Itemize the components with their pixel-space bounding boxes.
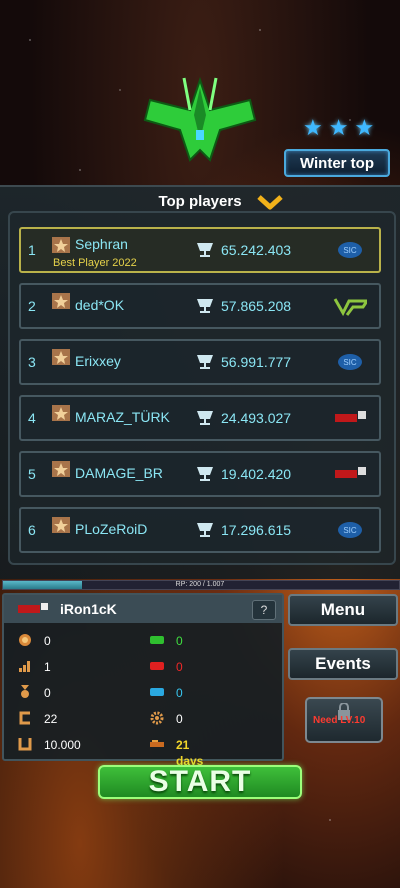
- stat-value: 0: [44, 686, 51, 700]
- player-name: PLoZeRoiD: [75, 521, 148, 537]
- clan-emblem-icon: [335, 467, 366, 478]
- leaderboard-row[interactable]: 5 DAMAGE_BR 19.402.420: [19, 451, 381, 497]
- player-score: 65.242.403: [221, 242, 292, 258]
- player-name: DAMAGE_BR: [75, 465, 163, 481]
- leaderboard-row[interactable]: 1 Sephran Best Player 2022 65.242.403 SI…: [19, 227, 381, 273]
- profile-panel: iRon1cK ? 0 1 0 22 10.000 0 0 0 0 21 day…: [2, 593, 284, 768]
- rank-medal-icon: [52, 237, 70, 253]
- stat-value: 1: [44, 660, 51, 674]
- leaderboard-row[interactable]: 3 Erixxey 56.991.777 SIC: [19, 339, 381, 385]
- trophy-icon: [197, 243, 213, 257]
- player-score: 57.865.208: [221, 298, 292, 314]
- player-score: 19.402.420: [221, 466, 292, 482]
- stat-value: 0: [176, 686, 183, 700]
- trophy-icon: [197, 467, 213, 481]
- rank-medal-icon: [52, 349, 70, 365]
- clan-emblem-icon: SIC: [338, 354, 362, 370]
- star-icon: ★: [328, 115, 349, 140]
- player-name: iRon1cK: [60, 601, 117, 617]
- star-icon: ★: [303, 115, 323, 140]
- svg-text:SIC: SIC: [343, 526, 357, 535]
- season-stars: ★ ★ ★: [303, 115, 375, 140]
- rank-medal-icon: [52, 293, 70, 309]
- trophy-icon: [197, 523, 213, 537]
- leaderboard-row[interactable]: 2 ded*OK 57.865.208: [19, 283, 381, 329]
- player-score: 24.493.027: [221, 410, 292, 426]
- rp-progress-text: RP: 200 / 1.007: [175, 581, 225, 588]
- player-score: 17.296.615: [221, 522, 292, 538]
- stat-value: 0: [44, 634, 51, 648]
- clan-emblem-icon: SIC: [338, 522, 362, 538]
- winter-top-button[interactable]: Winter top: [284, 149, 390, 177]
- rank-bars-icon: [19, 661, 30, 672]
- player-rank: 2: [28, 298, 36, 314]
- stat-value: 10.000: [44, 738, 81, 752]
- start-button[interactable]: START: [98, 765, 302, 799]
- svg-text:SIC: SIC: [343, 246, 357, 255]
- clan-emblem-icon: [335, 411, 366, 422]
- red-module-icon: [150, 662, 164, 670]
- gold-icon: [18, 738, 32, 751]
- clan-flag-icon: [18, 603, 48, 613]
- player-rank: 5: [28, 466, 36, 482]
- clan-emblem-icon: [333, 298, 367, 317]
- stat-value: 22: [44, 712, 58, 726]
- rank-medal-icon: [52, 517, 70, 533]
- credits-icon: [19, 711, 30, 725]
- menu-button[interactable]: Menu: [288, 594, 398, 626]
- gear-icon: [150, 711, 164, 725]
- trophy-icon: [197, 411, 213, 425]
- profile-header: iRon1cK ?: [4, 595, 282, 623]
- blue-module-icon: [150, 688, 164, 696]
- player-name: Sephran: [75, 236, 128, 252]
- player-name: ded*OK: [75, 297, 125, 313]
- stat-value: 0: [176, 660, 183, 674]
- star-icon: ★: [354, 115, 375, 140]
- player-rank: 6: [28, 522, 36, 538]
- premium-weapon-icon: [150, 740, 164, 747]
- trophy-icon: [197, 355, 213, 369]
- leaderboard-title: Top players: [158, 193, 242, 210]
- trophy-icon: [197, 299, 213, 313]
- player-rank: 3: [28, 354, 36, 370]
- player-name: MARAZ_TÜRK: [75, 409, 170, 425]
- svg-text:SIC: SIC: [343, 358, 357, 367]
- spaceship-icon: [143, 76, 257, 162]
- green-module-icon: [150, 636, 164, 644]
- stat-value: 0: [176, 634, 183, 648]
- medal-icon: [21, 685, 29, 698]
- player-rank: 4: [28, 410, 36, 426]
- need-level-label: Need LV.10: [313, 715, 366, 726]
- player-title: Best Player 2022: [53, 257, 137, 269]
- rank-medal-icon: [52, 405, 70, 421]
- star-badge-icon: [19, 634, 31, 646]
- chevron-down-icon[interactable]: [256, 193, 284, 211]
- help-button[interactable]: ?: [252, 600, 276, 620]
- need-level-button[interactable]: Need LV.10: [305, 697, 383, 743]
- player-rank: 1: [28, 242, 36, 258]
- events-button[interactable]: Events: [288, 648, 398, 680]
- player-score: 56.991.777: [221, 354, 292, 370]
- leaderboard-row[interactable]: 6 PLoZeRoiD 17.296.615 SIC: [19, 507, 381, 553]
- leaderboard-row[interactable]: 4 MARAZ_TÜRK 24.493.027: [19, 395, 381, 441]
- rank-medal-icon: [52, 461, 70, 477]
- player-name: Erixxey: [75, 353, 121, 369]
- clan-emblem-icon: SIC: [338, 242, 362, 258]
- stat-value: 0: [176, 712, 183, 726]
